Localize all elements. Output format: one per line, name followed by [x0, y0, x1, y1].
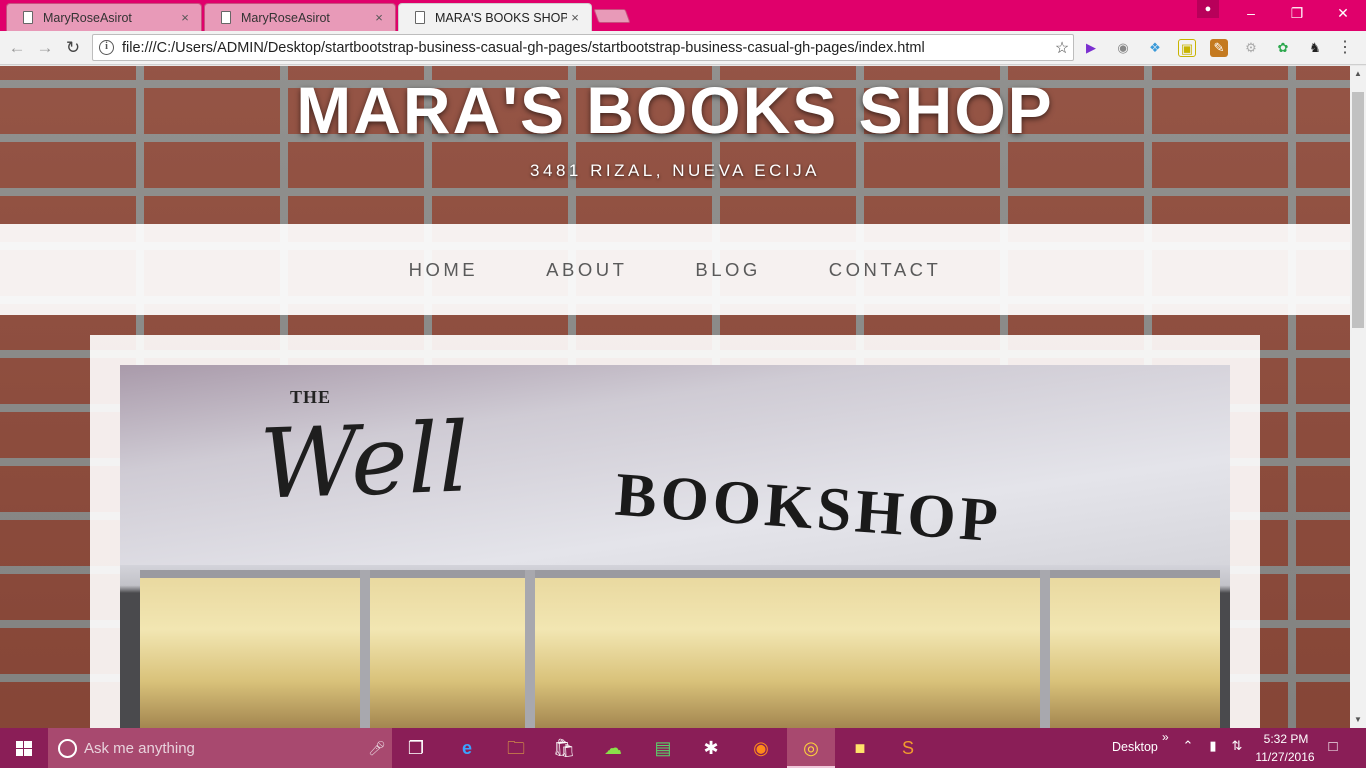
- evernote-extension-icon[interactable]: ❖: [1146, 39, 1164, 57]
- tab-title: MaryRoseAsirot: [43, 10, 132, 25]
- site-address: 3481 RIZAL, NUEVA ECIJA: [530, 161, 820, 180]
- edge-icon[interactable]: e: [453, 734, 481, 762]
- sign-script-text: Well: [258, 401, 471, 521]
- reload-icon[interactable]: ↻: [60, 35, 86, 61]
- url-text[interactable]: file:///C:/Users/ADMIN/Desktop/startboot…: [122, 40, 1051, 56]
- minimize-icon[interactable]: –: [1228, 0, 1274, 28]
- tab-close-icon[interactable]: ×: [177, 10, 193, 25]
- tab-title: MaryRoseAsirot: [241, 10, 330, 25]
- gear-extension-icon[interactable]: ⚙: [1242, 39, 1260, 57]
- document-icon: [23, 11, 33, 24]
- toolbar-expand-icon[interactable]: »: [1162, 730, 1169, 744]
- notepad-app-icon[interactable]: ▤: [649, 734, 677, 762]
- nav-link-blog[interactable]: BLOG: [695, 259, 760, 281]
- nav-link-contact[interactable]: CONTACT: [829, 259, 942, 281]
- browser-tab-active[interactable]: MARA'S BOOKS SHOP ×: [398, 3, 592, 31]
- bookshop-hero-image: THE Well BOOKSHOP: [120, 365, 1230, 728]
- show-hidden-icons-icon[interactable]: ⌃: [1178, 738, 1198, 754]
- window-mullion: [360, 570, 370, 728]
- task-view-icon[interactable]: ❐: [402, 734, 430, 762]
- window-mullion: [1040, 570, 1050, 728]
- scroll-down-icon[interactable]: ▼: [1350, 712, 1366, 728]
- firefox-icon[interactable]: ◉: [747, 734, 775, 762]
- globe-extension-icon[interactable]: ◉: [1114, 39, 1132, 57]
- start-button[interactable]: [0, 728, 48, 768]
- sublime-text-icon[interactable]: S: [894, 734, 922, 762]
- windows-taskbar: Ask me anything 🎤︎ ❐ e 🗀︎ 🛍︎ ☁ ▤ ✱ ◉ ◎ ■…: [0, 728, 1366, 768]
- microphone-icon[interactable]: 🎤︎: [362, 740, 392, 757]
- nav-link-about[interactable]: ABOUT: [546, 259, 627, 281]
- edit-extension-icon[interactable]: ✎: [1210, 39, 1228, 57]
- store-icon[interactable]: 🛍︎: [550, 734, 578, 762]
- clock-time[interactable]: 5:32 PM: [1254, 732, 1318, 746]
- play-extension-icon[interactable]: ▶: [1082, 39, 1100, 57]
- bookmark-star-icon[interactable]: ☆: [1051, 38, 1073, 58]
- cortana-icon: [58, 738, 77, 758]
- tab-close-icon[interactable]: ×: [371, 10, 387, 25]
- bluetooth-icon[interactable]: ✱: [697, 734, 725, 762]
- page-viewport: MARA'S BOOKS SHOP 3481 RIZAL, NUEVA ECIJ…: [0, 66, 1350, 728]
- color-extension-icon[interactable]: ✿: [1274, 39, 1292, 57]
- browser-toolbar: ← → ↻ i file:///C:/Users/ADMIN/Desktop/s…: [0, 31, 1366, 65]
- desktop-toolbar-label[interactable]: Desktop: [1112, 740, 1158, 754]
- back-arrow-icon[interactable]: ←: [4, 35, 30, 61]
- action-center-icon[interactable]: □: [1323, 738, 1343, 755]
- content-box: THE Well BOOKSHOP: [90, 335, 1260, 728]
- document-icon: [221, 11, 231, 24]
- scroll-up-icon[interactable]: ▲: [1350, 66, 1366, 82]
- chrome-icon[interactable]: ◎: [797, 734, 825, 762]
- cloud-app-icon[interactable]: ☁: [599, 734, 627, 762]
- file-explorer-icon[interactable]: 🗀︎: [502, 734, 530, 762]
- document-icon: [415, 11, 425, 24]
- site-title: MARA'S BOOKS SHOP: [296, 73, 1054, 147]
- new-tab-button[interactable]: [593, 9, 631, 23]
- windows-logo-icon: [16, 741, 32, 756]
- restore-icon[interactable]: ❐: [1274, 0, 1320, 28]
- address-bar[interactable]: i file:///C:/Users/ADMIN/Desktop/startbo…: [92, 34, 1074, 61]
- nav-link-home[interactable]: HOME: [409, 259, 479, 281]
- shop-window: [140, 570, 1220, 728]
- browser-tab[interactable]: MaryRoseAsirot ×: [6, 3, 202, 31]
- profile-icon[interactable]: ●: [1197, 0, 1219, 18]
- page-scrollbar[interactable]: ▲ ▼: [1350, 66, 1366, 728]
- close-window-icon[interactable]: ✕: [1320, 0, 1366, 28]
- sticky-notes-icon[interactable]: ■: [846, 734, 874, 762]
- menu-icon[interactable]: ⋮: [1336, 39, 1354, 57]
- battery-icon[interactable]: ▮: [1203, 738, 1223, 754]
- site-navbar: HOME ABOUT BLOG CONTACT: [0, 224, 1350, 315]
- search-placeholder[interactable]: Ask me anything: [84, 740, 362, 757]
- tab-close-icon[interactable]: ×: [567, 10, 583, 25]
- scroll-thumb[interactable]: [1352, 92, 1364, 328]
- cortana-search-box[interactable]: Ask me anything 🎤︎: [48, 728, 392, 768]
- browser-tab[interactable]: MaryRoseAsirot ×: [204, 3, 396, 31]
- browser-tab-strip: MaryRoseAsirot × MaryRoseAsirot × MARA'S…: [0, 0, 1366, 31]
- window-mullion: [525, 570, 535, 728]
- sign-small-text: THE: [290, 387, 332, 407]
- screenshot-extension-icon[interactable]: ▣: [1178, 39, 1196, 57]
- tab-title: MARA'S BOOKS SHOP: [435, 10, 567, 25]
- forward-arrow-icon[interactable]: →: [32, 35, 58, 61]
- info-icon[interactable]: i: [99, 40, 114, 55]
- clock-date[interactable]: 11/27/2016: [1250, 750, 1320, 764]
- puzzle-extension-icon[interactable]: ♞: [1306, 39, 1324, 57]
- network-icon[interactable]: ⇅: [1227, 738, 1247, 754]
